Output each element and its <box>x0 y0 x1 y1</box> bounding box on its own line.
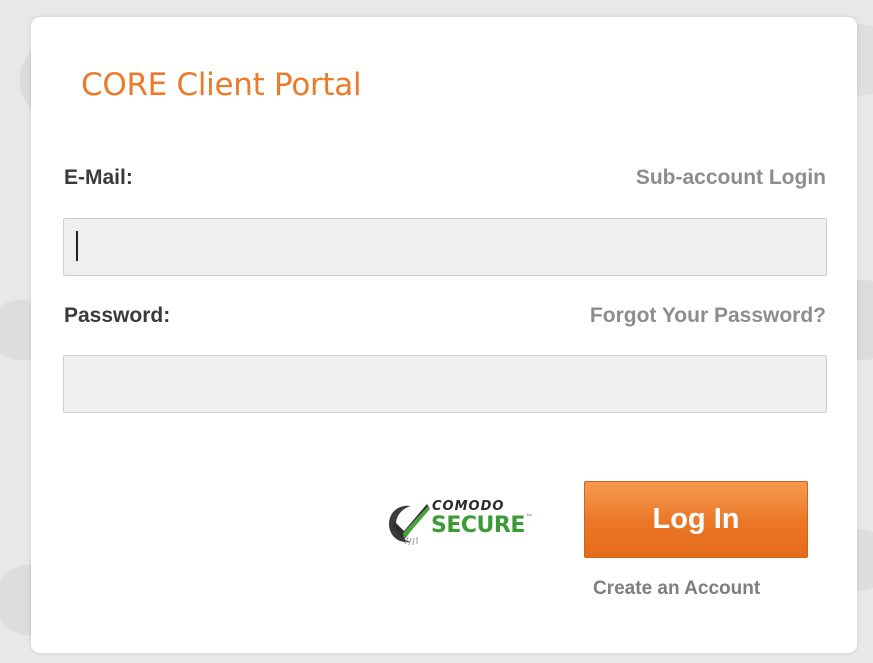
trademark-symbol: ™ <box>526 514 532 520</box>
comodo-brand-text: COMODO <box>432 499 505 514</box>
text-cursor <box>76 231 78 261</box>
subaccount-login-link[interactable]: Sub-account Login <box>636 166 826 190</box>
login-card: CORE Client Portal E-Mail: Sub-account L… <box>31 17 857 653</box>
secure-text: SECURE <box>431 513 525 538</box>
password-label: Password: <box>64 304 171 327</box>
email-input[interactable] <box>63 218 827 276</box>
portal-title: CORE Client Portal <box>81 67 362 103</box>
comodo-secure-badge: COMODO SECURE ™ <box>385 492 535 554</box>
email-label: E-Mail: <box>64 166 133 189</box>
create-account-link[interactable]: Create an Account <box>593 578 760 600</box>
comodo-check-icon <box>389 504 430 546</box>
password-input[interactable] <box>63 355 827 413</box>
forgot-password-link[interactable]: Forgot Your Password? <box>590 304 826 328</box>
login-button[interactable]: Log In <box>584 481 808 558</box>
